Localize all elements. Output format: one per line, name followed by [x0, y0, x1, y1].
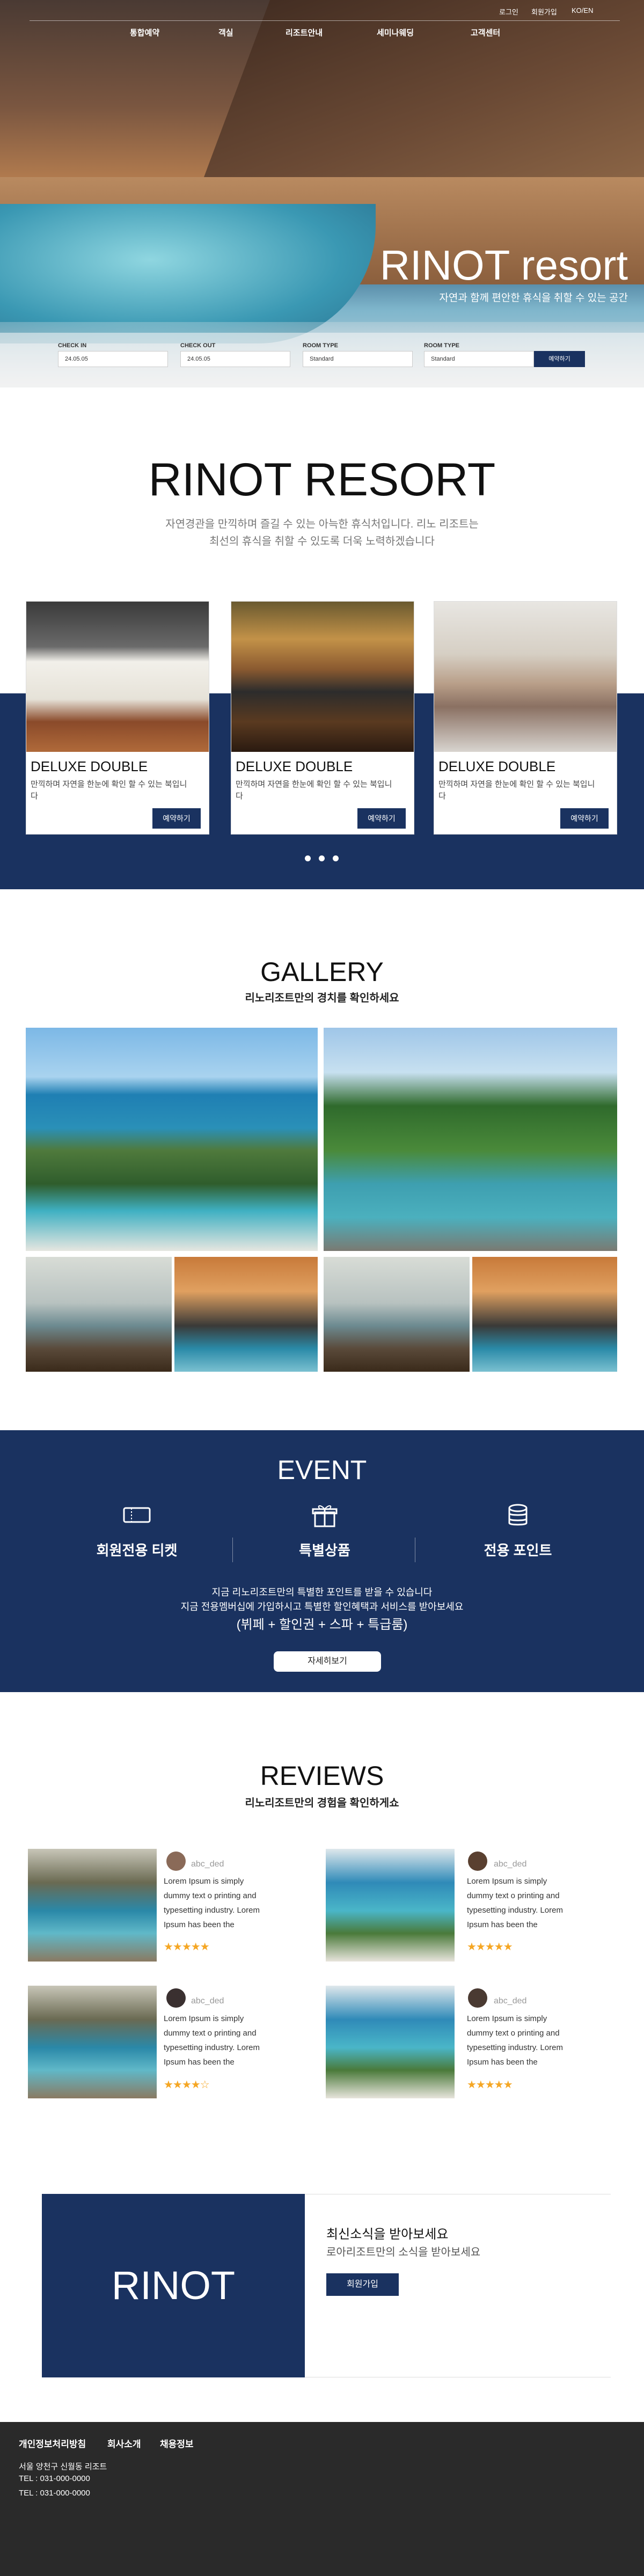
- room-card: DELUXE DOUBLE 만끽하며 자연을 한눈에 확인 할 수 있는 북입니…: [26, 601, 209, 835]
- gallery-title: GALLERY: [260, 957, 384, 987]
- review-text: Lorem Ipsum is simply dummy text o print…: [467, 1877, 563, 1929]
- review-username: abc_ded: [494, 1996, 527, 2006]
- checkout-label: CHECK OUT: [180, 342, 216, 349]
- resort-description-line-1: 자연경관을 만끽하며 즐길 수 있는 아늑한 휴식처입니다. 리노 리조트는: [165, 518, 479, 530]
- gallery-image-main-2[interactable]: [324, 1028, 617, 1251]
- checkin-label: CHECK IN: [58, 342, 87, 349]
- nav-item-rooms[interactable]: 객실: [218, 27, 233, 38]
- footer-address: 서울 양천구 신월동 리조트: [19, 2462, 107, 2471]
- event-title: EVENT: [277, 1455, 367, 1485]
- carousel-dot[interactable]: [333, 855, 339, 861]
- room-description: 만끽하며 자연을 한눈에 확인 할 수 있는 북입니다: [236, 780, 392, 801]
- room-reserve-button[interactable]: 예약하기: [152, 808, 201, 829]
- resort-description-line-2: 최선의 휴식을 취할 수 있도록 더욱 노력하겠습니다: [209, 536, 435, 547]
- hero-section: [0, 0, 644, 387]
- review-stars: ★★★★★: [467, 2079, 513, 2091]
- newsletter-title: 최신소식을 받아보세요: [326, 2227, 449, 2242]
- reviews-subtitle: 리노리조트만의 경험을 확인하게쇼: [245, 1797, 399, 1809]
- roomtype-label-1: ROOM TYPE: [303, 342, 339, 349]
- roomtype-select-2[interactable]: Standard: [424, 351, 534, 367]
- gallery-subtitle: 리노리조트만의 경치를 확인하세요: [245, 992, 399, 1004]
- room-name: DELUXE DOUBLE: [31, 758, 148, 774]
- room-reserve-button[interactable]: 예약하기: [357, 808, 406, 829]
- hero-title: RINOT resort: [379, 241, 628, 289]
- resort-title: RINOT RESORT: [148, 454, 496, 506]
- carousel-dot[interactable]: [305, 855, 311, 861]
- event-item-special[interactable]: 특별상품: [233, 1503, 416, 1560]
- review-image[interactable]: [326, 1986, 455, 2098]
- footer-tel-2: TEL : 031-000-0000: [19, 2489, 90, 2498]
- footer-link-privacy[interactable]: 개인정보처리방침: [19, 2436, 86, 2450]
- avatar: [468, 1851, 487, 1871]
- ticket-icon: [46, 1503, 228, 1533]
- footer-link-careers[interactable]: 채용정보: [160, 2436, 194, 2450]
- review-stars: ★★★★★: [467, 1941, 513, 1953]
- event-description-1: 지금 리노리조트만의 특별한 포인트를 받을 수 있습니다: [211, 1587, 433, 1598]
- gallery-thumb-1[interactable]: [26, 1257, 172, 1372]
- event-item-points[interactable]: 전용 포인트: [427, 1503, 609, 1560]
- review-text: Lorem Ipsum is simply dummy text o print…: [164, 1877, 260, 1929]
- checkout-field[interactable]: 24.05.05: [180, 351, 290, 367]
- event-details-button[interactable]: 자세히보기: [274, 1651, 381, 1672]
- gallery-thumb-4[interactable]: [472, 1257, 617, 1372]
- event-divider: [232, 1538, 233, 1562]
- review-username: abc_ded: [494, 1860, 527, 1869]
- room-reserve-button[interactable]: 예약하기: [560, 808, 609, 829]
- roomtype-select-1[interactable]: Standard: [303, 351, 413, 367]
- review-stars: ★★★★☆: [164, 2079, 210, 2091]
- footer: [0, 2422, 644, 2576]
- review-image[interactable]: [28, 1986, 157, 2098]
- event-item-ticket[interactable]: 회원전용 티켓: [46, 1503, 228, 1560]
- room-image: [231, 602, 414, 752]
- avatar: [166, 1988, 186, 2008]
- room-name: DELUXE DOUBLE: [236, 758, 353, 774]
- roomtype-label-2: ROOM TYPE: [424, 342, 460, 349]
- newsletter-logo: RINOT: [42, 2194, 305, 2377]
- review-stars: ★★★★★: [164, 1941, 210, 1953]
- booking-submit-button[interactable]: 예약하기: [534, 351, 585, 367]
- avatar: [468, 1988, 487, 2008]
- room-name: DELUXE DOUBLE: [438, 758, 556, 774]
- event-item-label: 특별상품: [299, 1542, 350, 1558]
- nav-item-resort-info[interactable]: 리조트안내: [286, 27, 323, 38]
- room-image: [434, 602, 617, 752]
- checkin-field[interactable]: 24.05.05: [58, 351, 168, 367]
- coins-icon: [427, 1503, 609, 1533]
- avatar: [166, 1851, 186, 1871]
- reviews-title: REVIEWS: [260, 1761, 384, 1791]
- nav-item-customer-center[interactable]: 고객센터: [471, 27, 500, 38]
- footer-link-about[interactable]: 회사소개: [107, 2436, 141, 2450]
- newsletter-subtitle: 로아리조트만의 소식을 받아보세요: [326, 2246, 481, 2258]
- review-text: Lorem Ipsum is simply dummy text o print…: [467, 2014, 563, 2067]
- gallery-thumb-3[interactable]: [324, 1257, 470, 1372]
- gift-icon: [233, 1503, 416, 1533]
- event-item-label: 전용 포인트: [484, 1542, 552, 1558]
- room-card: DELUXE DOUBLE 만끽하며 자연을 한눈에 확인 할 수 있는 북입니…: [434, 601, 617, 835]
- review-text: Lorem Ipsum is simply dummy text o print…: [164, 2014, 260, 2067]
- gallery-image-main-1[interactable]: [26, 1028, 318, 1251]
- review-image[interactable]: [28, 1849, 157, 1962]
- main-nav: 통합예약 객실 리조트안내 세미나웨딩 고객센터: [0, 0, 644, 43]
- room-image: [26, 602, 209, 752]
- review-image[interactable]: [326, 1849, 455, 1962]
- event-description-2: 지금 전용멤버십에 가입하시고 특별한 할인혜택과 서비스를 받아보세요: [180, 1601, 464, 1612]
- nav-item-seminar-wedding[interactable]: 세미나웨딩: [377, 27, 414, 38]
- review-username: abc_ded: [191, 1996, 224, 2006]
- footer-tel-1: TEL : 031-000-0000: [19, 2474, 90, 2483]
- event-description-3: (뷔페 + 할인권 + 스파 + 특급룸): [236, 1618, 408, 1632]
- review-username: abc_ded: [191, 1860, 224, 1869]
- event-item-label: 회원전용 티켓: [96, 1542, 178, 1558]
- room-card: DELUXE DOUBLE 만끽하며 자연을 한눈에 확인 할 수 있는 북입니…: [231, 601, 414, 835]
- newsletter-signup-button[interactable]: 회원가입: [326, 2273, 399, 2296]
- hero-subtitle: 자연과 함께 편안한 휴식을 취할 수 있는 공간: [439, 292, 628, 304]
- carousel-dot[interactable]: [319, 855, 325, 861]
- room-description: 만끽하며 자연을 한눈에 확인 할 수 있는 북입니다: [438, 780, 595, 801]
- gallery-thumb-2[interactable]: [174, 1257, 318, 1372]
- room-description: 만끽하며 자연을 한눈에 확인 할 수 있는 북입니다: [31, 780, 187, 801]
- nav-item-reservation[interactable]: 통합예약: [130, 27, 159, 38]
